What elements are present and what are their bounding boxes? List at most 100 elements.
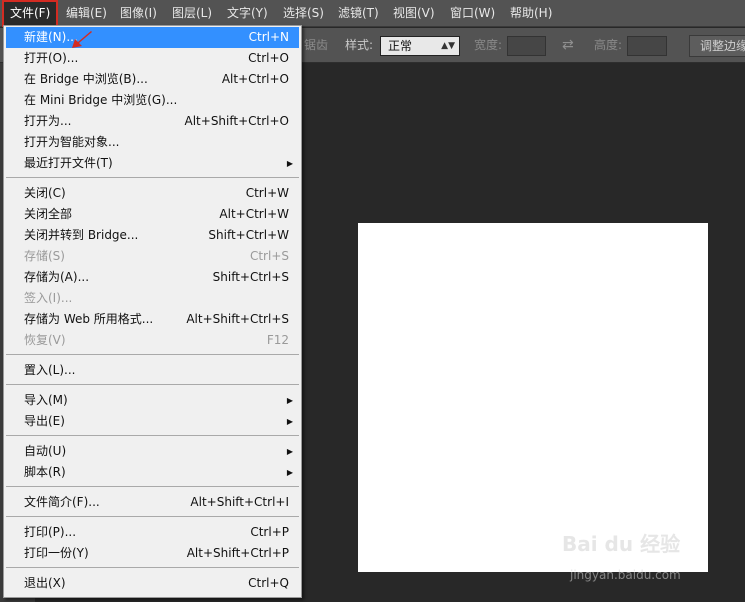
menu-item-label: 最近打开文件(T) (24, 156, 113, 170)
menu-separator (6, 435, 299, 436)
menu-item-shortcut: Alt+Ctrl+O (221, 72, 289, 86)
menu-item-open-smart-object[interactable]: 打开为智能对象... (6, 132, 299, 153)
menu-item-label: 打印一份(Y) (24, 546, 89, 560)
menu-item-automate[interactable]: 自动(U) ▶ (6, 441, 299, 462)
menu-item-recent-files[interactable]: 最近打开文件(T) ▶ (6, 153, 299, 174)
menu-item-exit[interactable]: 退出(X) Ctrl+Q (6, 573, 299, 594)
menu-bar: 文件(F) 编辑(E) 图像(I) 图层(L) 文字(Y) 选择(S) 滤镜(T… (0, 0, 745, 27)
menu-item-label: 恢复(V) (24, 333, 66, 347)
menu-item-close[interactable]: 关闭(C) Ctrl+W (6, 183, 299, 204)
menu-item-revert: 恢复(V) F12 (6, 330, 299, 351)
menu-separator (6, 516, 299, 517)
width-label: 宽度: (474, 38, 503, 52)
submenu-arrow-icon: ▶ (286, 447, 293, 456)
menu-separator (6, 354, 299, 355)
menu-item-open[interactable]: 打开(O)... Ctrl+O (6, 48, 299, 69)
style-label: 样式: (345, 38, 374, 52)
menu-type[interactable]: 文字(Y) (227, 0, 268, 27)
menu-item-file-info[interactable]: 文件简介(F)... Alt+Shift+Ctrl+I (6, 492, 299, 513)
menu-item-shortcut: Alt+Shift+Ctrl+P (186, 546, 289, 560)
menu-item-label: 打开为智能对象... (24, 135, 120, 149)
menu-item-check-in: 签入(I)... (6, 288, 299, 309)
annotation-arrow-icon (72, 31, 92, 48)
menu-item-shortcut: Shift+Ctrl+S (212, 270, 289, 284)
menu-item-shortcut: Shift+Ctrl+W (208, 228, 289, 242)
submenu-arrow-icon: ▶ (286, 468, 293, 477)
file-menu: 新建(N)... Ctrl+N 打开(O)... Ctrl+O 在 Bridge… (3, 25, 302, 598)
menu-item-label: 打开(O)... (24, 51, 79, 65)
menu-window[interactable]: 窗口(W) (450, 0, 495, 27)
menu-image[interactable]: 图像(I) (120, 0, 157, 27)
menu-item-label: 导入(M) (24, 393, 68, 407)
width-input[interactable] (507, 36, 546, 56)
menu-filter[interactable]: 滤镜(T) (338, 0, 379, 27)
menu-item-new[interactable]: 新建(N)... Ctrl+N (6, 27, 299, 48)
menu-item-label: 关闭并转到 Bridge... (24, 228, 139, 242)
menu-item-label: 在 Bridge 中浏览(B)... (24, 72, 148, 86)
menu-item-save-for-web[interactable]: 存储为 Web 所用格式... Alt+Shift+Ctrl+S (6, 309, 299, 330)
menu-item-print-one-copy[interactable]: 打印一份(Y) Alt+Shift+Ctrl+P (6, 543, 299, 564)
submenu-arrow-icon: ▶ (286, 417, 293, 426)
menu-item-browse-mini-bridge[interactable]: 在 Mini Bridge 中浏览(G)... (6, 90, 299, 111)
menu-select[interactable]: 选择(S) (283, 0, 324, 27)
menu-separator (6, 567, 299, 568)
watermark-url: jingyan.baidu.com (570, 568, 681, 582)
menu-item-import[interactable]: 导入(M) ▶ (6, 390, 299, 411)
menu-item-close-goto-bridge[interactable]: 关闭并转到 Bridge... Shift+Ctrl+W (6, 225, 299, 246)
menu-item-label: 签入(I)... (24, 291, 73, 305)
document-canvas[interactable] (358, 223, 708, 572)
refine-edge-button[interactable]: 调整边缘 (689, 35, 745, 57)
menu-item-label: 文件简介(F)... (24, 495, 100, 509)
menu-item-browse-bridge[interactable]: 在 Bridge 中浏览(B)... Alt+Ctrl+O (6, 69, 299, 90)
menu-item-label: 退出(X) (24, 576, 66, 590)
menu-item-shortcut: Alt+Shift+Ctrl+S (186, 312, 289, 326)
menu-item-print[interactable]: 打印(P)... Ctrl+P (6, 522, 299, 543)
submenu-arrow-icon: ▶ (286, 396, 293, 405)
height-label: 高度: (594, 38, 623, 52)
menu-item-shortcut: Alt+Shift+Ctrl+I (190, 495, 289, 509)
menu-layer[interactable]: 图层(L) (172, 0, 212, 27)
menu-item-label: 关闭全部 (24, 207, 73, 221)
menu-item-shortcut: F12 (266, 333, 289, 347)
menu-item-scripts[interactable]: 脚本(R) ▶ (6, 462, 299, 483)
menu-item-label: 存储为 Web 所用格式... (24, 312, 154, 326)
menu-item-label: 关闭(C) (24, 186, 66, 200)
menu-file[interactable]: 文件(F) (2, 0, 59, 27)
menu-item-open-as[interactable]: 打开为... Alt+Shift+Ctrl+O (6, 111, 299, 132)
menu-view[interactable]: 视图(V) (393, 0, 435, 27)
height-input[interactable] (627, 36, 667, 56)
menu-item-place[interactable]: 置入(L)... (6, 360, 299, 381)
menu-item-label: 存储(S) (24, 249, 65, 263)
menu-item-label: 自动(U) (24, 444, 67, 458)
menu-item-shortcut: Ctrl+O (248, 51, 289, 65)
style-select-value: 正常 (388, 39, 413, 53)
swap-icon[interactable]: ⇄ (562, 28, 574, 63)
menu-item-label: 导出(E) (24, 414, 65, 428)
menu-separator (6, 486, 299, 487)
menu-item-label: 脚本(R) (24, 465, 66, 479)
menu-item-shortcut: Ctrl+P (250, 525, 289, 539)
menu-item-shortcut: Alt+Shift+Ctrl+O (184, 114, 289, 128)
menu-item-close-all[interactable]: 关闭全部 Alt+Ctrl+W (6, 204, 299, 225)
menu-item-export[interactable]: 导出(E) ▶ (6, 411, 299, 432)
menu-separator (6, 384, 299, 385)
menu-edit[interactable]: 编辑(E) (66, 0, 107, 27)
menu-separator (6, 177, 299, 178)
menu-item-label: 打开为... (24, 114, 72, 128)
menu-item-save: 存储(S) Ctrl+S (6, 246, 299, 267)
menu-item-shortcut: Alt+Ctrl+W (219, 207, 289, 221)
menu-item-shortcut: Ctrl+S (249, 249, 289, 263)
menu-item-shortcut: Ctrl+Q (248, 576, 289, 590)
antialias-label: 锯齿 (304, 38, 329, 52)
menu-item-shortcut: Ctrl+N (248, 30, 289, 44)
menu-item-label: 存储为(A)... (24, 270, 90, 284)
watermark-brand: Bai du 经验 (562, 532, 681, 556)
menu-item-label: 置入(L)... (24, 363, 76, 377)
menu-item-save-as[interactable]: 存储为(A)... Shift+Ctrl+S (6, 267, 299, 288)
menu-help[interactable]: 帮助(H) (510, 0, 552, 27)
style-select[interactable]: 正常 ▲▼ (380, 36, 460, 56)
select-arrows-icon: ▲▼ (441, 41, 455, 51)
menu-item-label: 在 Mini Bridge 中浏览(G)... (24, 93, 178, 107)
menu-item-shortcut: Ctrl+W (245, 186, 289, 200)
submenu-arrow-icon: ▶ (286, 159, 293, 168)
